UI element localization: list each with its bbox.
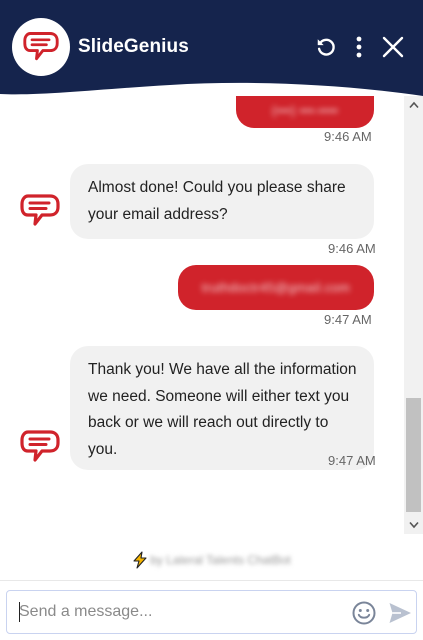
composer-divider — [0, 580, 423, 581]
message-composer — [6, 590, 417, 634]
refresh-icon — [317, 38, 335, 56]
scrollbar-thumb[interactable] — [406, 398, 421, 512]
bot-message-text: Thank you! We have all the information w… — [88, 361, 357, 458]
scroll-down-button[interactable] — [404, 516, 423, 534]
message-timestamp: 9:46 AM — [328, 241, 376, 256]
user-message-text: (•••) •••-•••• — [271, 102, 339, 118]
brand-avatar — [12, 18, 70, 76]
user-message: (•••) •••-•••• — [236, 96, 374, 128]
message-timestamp: 9:47 AM — [324, 312, 372, 327]
brand-logo-icon — [23, 32, 59, 61]
message-timestamp: 9:46 AM — [324, 129, 372, 144]
chevron-up-icon — [408, 101, 419, 109]
emoji-button[interactable] — [351, 600, 377, 626]
bot-message: Almost done! Could you please share your… — [70, 164, 374, 239]
powered-by-text: by Lateral Talents ChatBot — [150, 553, 291, 567]
close-button[interactable] — [378, 32, 408, 62]
chevron-down-icon — [408, 521, 419, 529]
user-message-text: truthdoctr45@gmail.com — [201, 280, 351, 295]
message-timestamp: 9:47 AM — [328, 453, 376, 468]
send-icon — [389, 603, 411, 623]
close-icon — [382, 36, 404, 58]
bot-message: Thank you! We have all the information w… — [70, 346, 374, 470]
bot-avatar-icon — [20, 194, 60, 226]
bot-message-text: Almost done! Could you please share your… — [88, 179, 346, 223]
message-list-scrollbar[interactable] — [404, 96, 423, 534]
lightning-icon — [133, 551, 147, 569]
user-message: truthdoctr45@gmail.com — [178, 265, 374, 310]
chat-title: SlideGenius — [78, 36, 189, 57]
scroll-up-button[interactable] — [404, 96, 423, 114]
emoji-icon — [352, 601, 376, 625]
message-input[interactable] — [19, 599, 339, 625]
message-list[interactable]: (•••) •••-•••• 9:46 AM Almost done! Coul… — [0, 96, 404, 534]
refresh-button[interactable] — [311, 32, 341, 62]
text-caret — [19, 602, 20, 622]
bot-avatar-icon — [20, 430, 60, 462]
powered-by[interactable]: by Lateral Talents ChatBot — [0, 548, 423, 572]
more-options-button[interactable] — [344, 32, 374, 62]
more-vertical-icon — [356, 36, 362, 58]
send-button[interactable] — [387, 600, 413, 626]
